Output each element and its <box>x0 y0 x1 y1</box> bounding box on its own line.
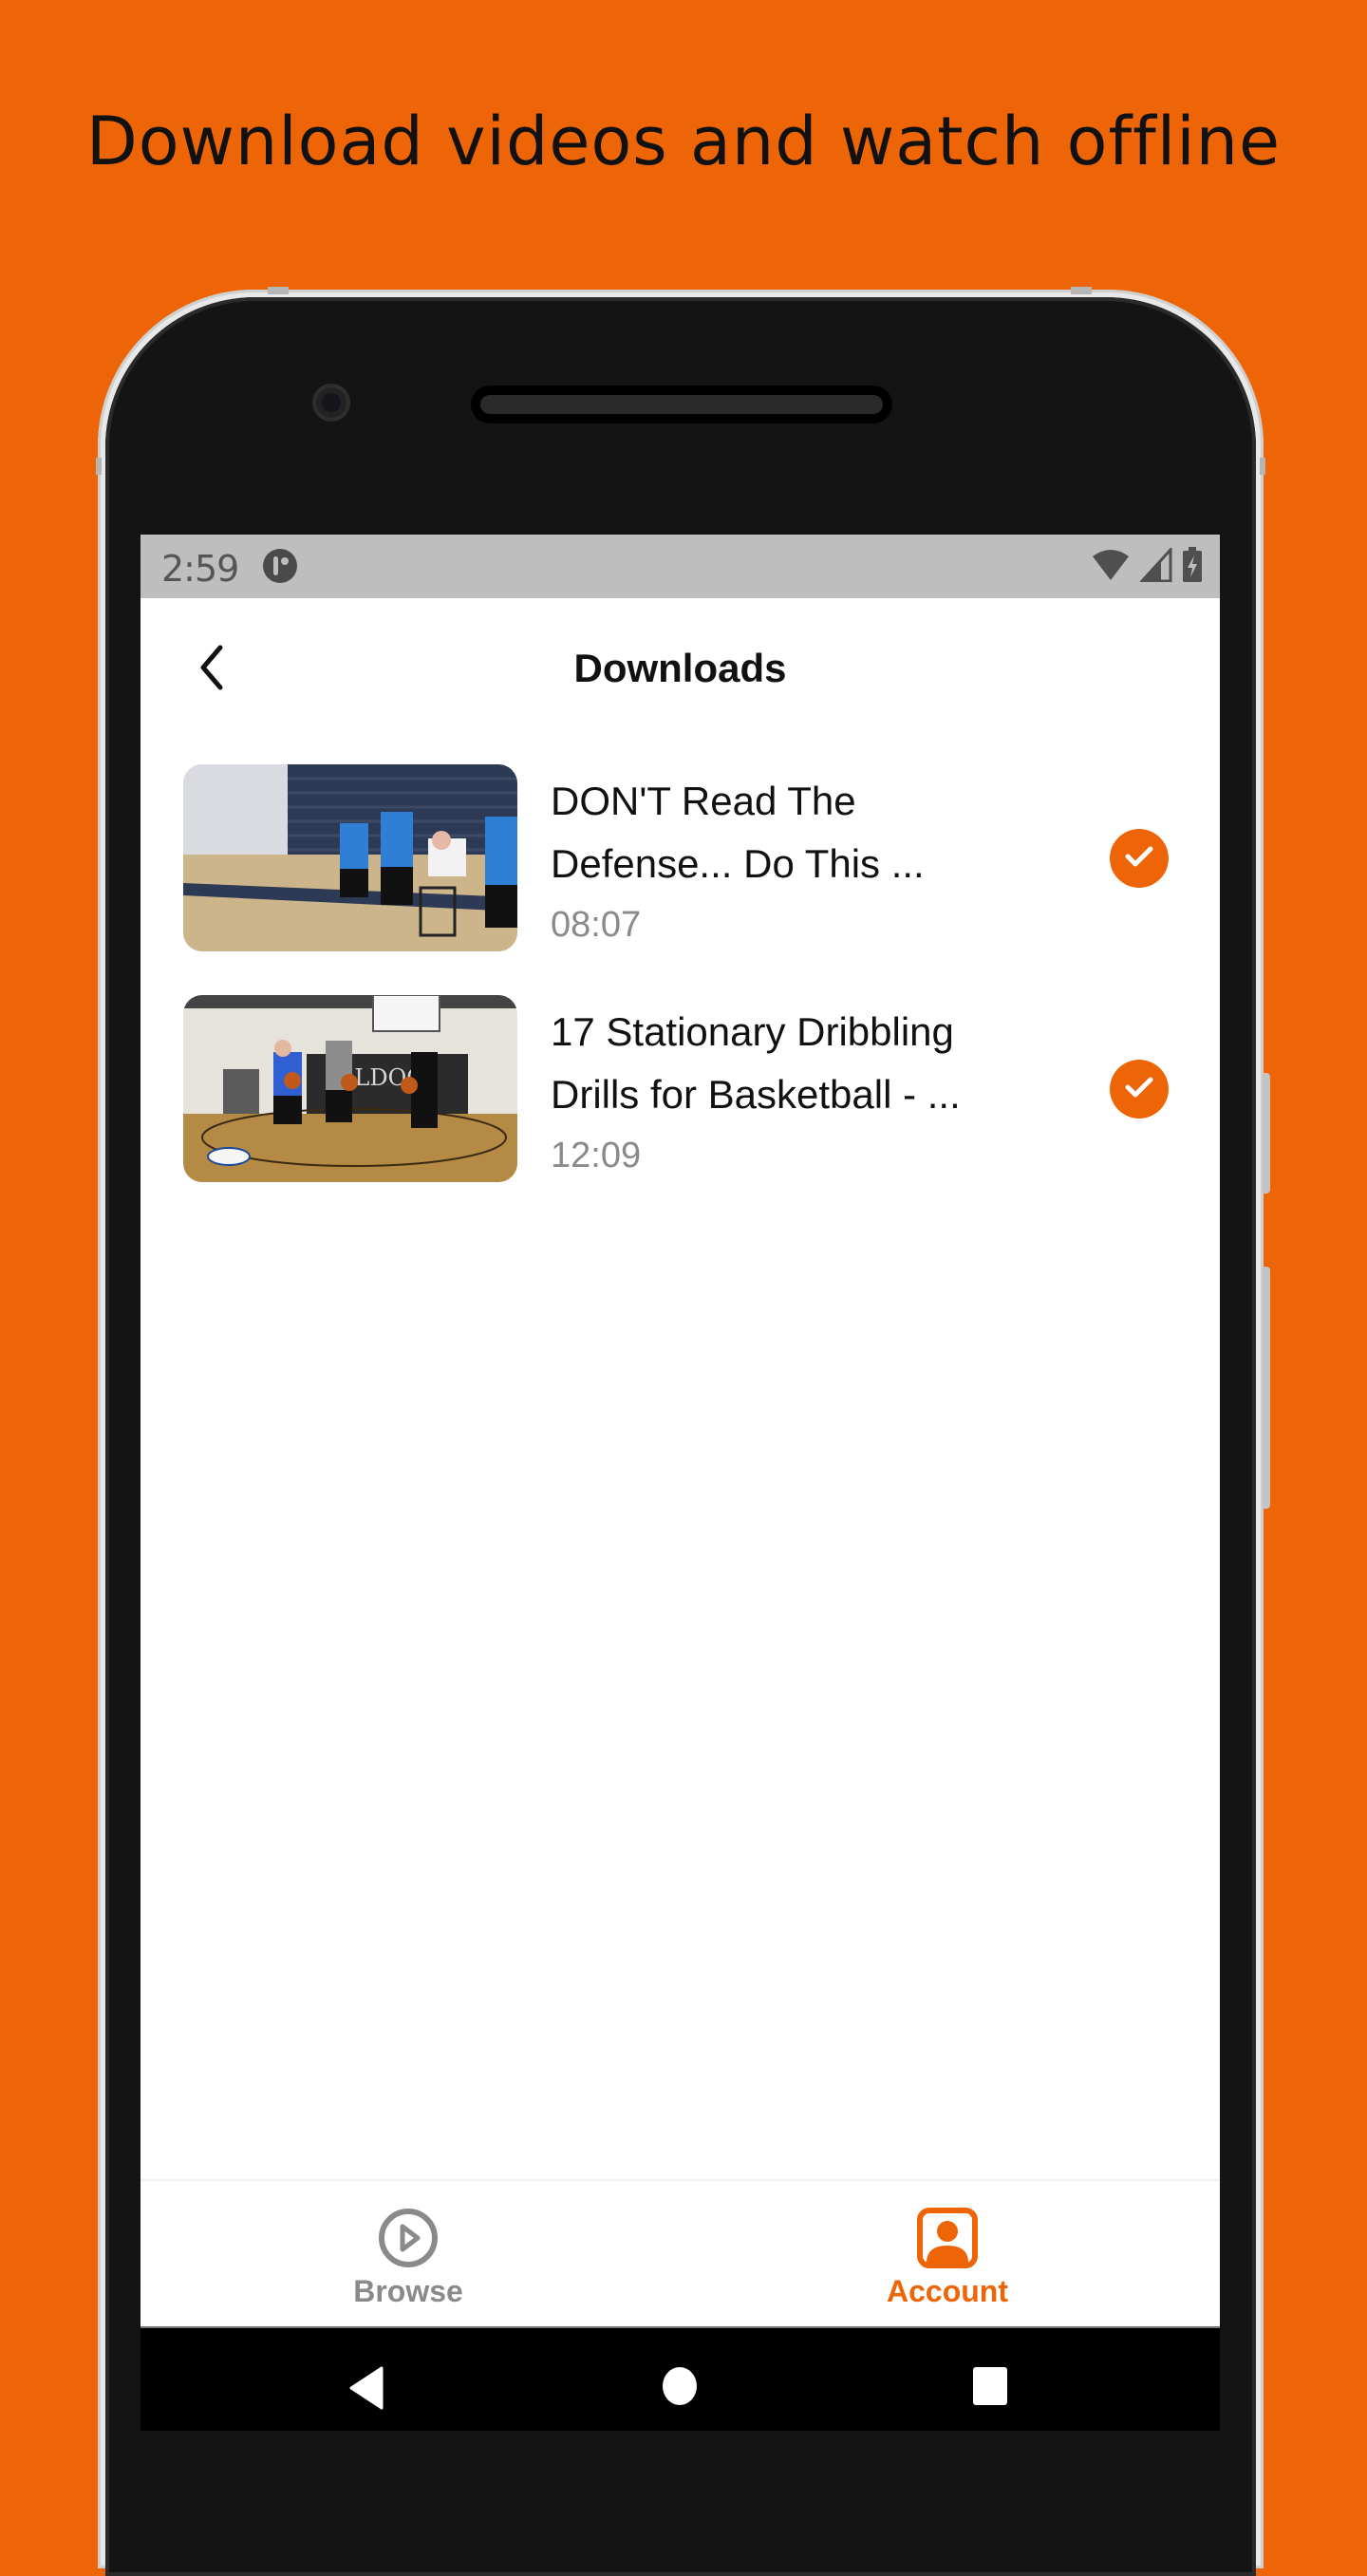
frame-detail <box>1071 287 1092 294</box>
nav-tab-account[interactable]: Account <box>805 2181 1090 2328</box>
back-triangle-icon[interactable] <box>347 2366 385 2415</box>
recents-square-icon[interactable] <box>971 2366 1009 2411</box>
front-camera <box>312 384 350 422</box>
cellular-signal-icon <box>1138 545 1172 587</box>
account-box-icon <box>917 2208 978 2268</box>
app-header: Downloads <box>140 598 1220 741</box>
video-thumbnail[interactable]: ILLDOG <box>183 995 517 1182</box>
downloaded-status[interactable] <box>1110 829 1169 888</box>
video-thumbnail[interactable] <box>183 764 517 951</box>
power-key <box>1263 1267 1270 1509</box>
video-duration: 12:09 <box>551 1136 642 1175</box>
volume-key <box>1263 1073 1270 1194</box>
downloaded-status[interactable] <box>1110 1060 1169 1119</box>
video-duration: 08:07 <box>551 905 642 945</box>
earpiece-speaker <box>471 385 892 423</box>
notification-icon <box>262 548 298 584</box>
download-item[interactable]: DON'T Read The Defense... Do This ... 08… <box>140 764 1220 995</box>
status-time: 2:59 <box>161 548 239 590</box>
status-icons <box>1091 545 1203 588</box>
video-title-line: DON'T Read The <box>551 779 856 823</box>
video-title-line: Defense... Do This ... <box>551 841 925 886</box>
frame-detail <box>96 458 102 475</box>
battery-charging-icon <box>1182 546 1203 588</box>
status-bar: 2:59 <box>140 535 1220 598</box>
video-title[interactable]: 17 Stationary Dribbling Drills for Baske… <box>551 1001 1044 1126</box>
bottom-navigation: Browse Account <box>140 2179 1220 2328</box>
check-circle-icon <box>1124 844 1154 874</box>
page-title: Downloads <box>573 646 787 690</box>
wifi-icon <box>1091 549 1131 586</box>
nav-label: Account <box>887 2274 1008 2308</box>
nav-tab-browse[interactable]: Browse <box>266 2181 551 2328</box>
nav-label: Browse <box>353 2274 463 2308</box>
promo-headline: Download videos and watch offline <box>85 103 1282 180</box>
play-circle-icon <box>378 2208 439 2268</box>
phone-screen: 2:59 Downloads DON'T Read The Defense...… <box>140 535 1220 2431</box>
system-navigation-bar <box>140 2326 1220 2431</box>
download-item[interactable]: ILLDOG 17 Stationary Dribbling Drills fo… <box>140 995 1220 1226</box>
downloads-list: DON'T Read The Defense... Do This ... 08… <box>140 764 1220 1226</box>
frame-detail <box>1260 458 1265 475</box>
video-title[interactable]: DON'T Read The Defense... Do This ... <box>551 770 1044 895</box>
video-title-line: Drills for Basketball - ... <box>551 1072 961 1117</box>
video-title-line: 17 Stationary Dribbling <box>551 1009 954 1054</box>
home-circle-icon[interactable] <box>661 2366 699 2411</box>
check-circle-icon <box>1124 1075 1154 1104</box>
frame-detail <box>268 287 289 294</box>
